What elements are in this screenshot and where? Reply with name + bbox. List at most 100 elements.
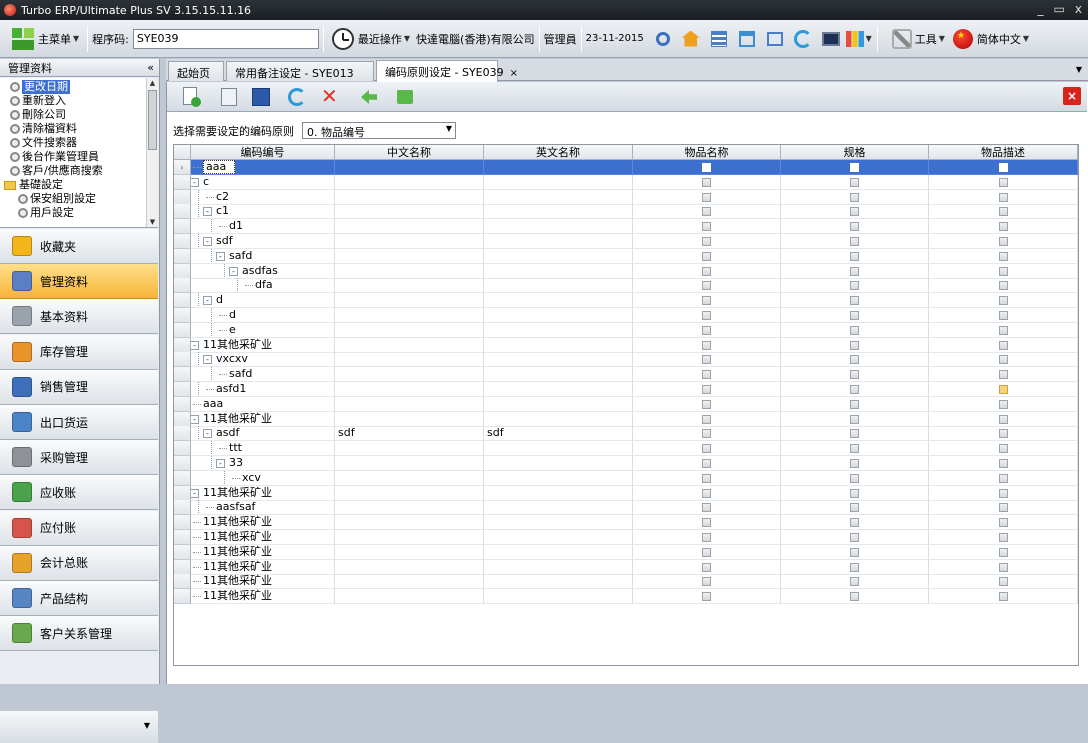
spec-checkbox[interactable]	[850, 207, 859, 217]
code-cell[interactable]: - asdfas	[191, 263, 335, 279]
table-row[interactable]: xcv	[174, 470, 1078, 486]
item-name-checkbox[interactable]	[702, 222, 711, 232]
english-name-cell[interactable]	[484, 367, 633, 383]
item-name-checkbox[interactable]	[702, 429, 711, 439]
spec-checkbox[interactable]	[850, 311, 859, 320]
item-desc-checkbox[interactable]	[998, 266, 1008, 276]
english-name-cell[interactable]	[484, 248, 633, 264]
nav-button[interactable]: 出口货运	[0, 405, 158, 440]
item-desc-checkbox[interactable]	[998, 488, 1008, 498]
refresh-grid-button[interactable]	[285, 85, 309, 109]
item-desc-checkbox[interactable]	[998, 533, 1008, 542]
monitor-button[interactable]	[818, 26, 844, 52]
tab-item[interactable]: 编码原则设定 - SYE039 ×	[376, 60, 518, 82]
row-header[interactable]	[174, 337, 191, 353]
english-name-cell[interactable]	[484, 470, 633, 486]
english-name-cell[interactable]	[484, 352, 633, 368]
spec-checkbox[interactable]	[850, 163, 859, 172]
english-name-cell[interactable]	[484, 382, 633, 397]
row-header[interactable]	[174, 322, 191, 338]
tree-item[interactable]: 文件搜索器	[10, 136, 77, 150]
table-row[interactable]: ttt	[174, 441, 1078, 457]
code-cell[interactable]: -11其他采矿业	[191, 411, 335, 427]
chinese-name-cell[interactable]	[335, 544, 484, 560]
column-header[interactable]: 规格	[781, 145, 929, 160]
table-row[interactable]: safd	[174, 367, 1078, 383]
english-name-cell[interactable]	[484, 500, 633, 516]
item-name-checkbox[interactable]	[702, 577, 711, 587]
table-row[interactable]: - safd	[174, 248, 1078, 264]
code-cell[interactable]: 11其他采矿业	[191, 530, 335, 545]
code-cell[interactable]: c2	[191, 189, 335, 205]
table-row[interactable]: asfd1	[174, 382, 1078, 397]
item-name-checkbox[interactable]	[702, 547, 711, 557]
table-row[interactable]: e	[174, 322, 1078, 338]
chinese-name-cell[interactable]	[335, 293, 484, 309]
code-cell[interactable]: 11其他采矿业	[191, 589, 335, 605]
english-name-cell[interactable]	[484, 559, 633, 575]
row-header[interactable]	[174, 263, 191, 279]
spec-checkbox[interactable]	[850, 385, 859, 394]
spec-checkbox[interactable]	[850, 266, 859, 276]
nav-button[interactable]: 基本资料	[0, 299, 158, 335]
row-header[interactable]	[174, 456, 191, 471]
code-cell[interactable]: - vxcxv	[191, 352, 335, 368]
row-header[interactable]	[174, 189, 191, 205]
chinese-name-cell[interactable]	[335, 515, 484, 531]
table-row[interactable]: d	[174, 308, 1078, 323]
tab-item[interactable]: 常用备注设定 - SYE013	[226, 61, 374, 81]
nav-button[interactable]: 会计总账	[0, 545, 158, 581]
english-name-cell[interactable]	[484, 544, 633, 560]
list-button[interactable]	[706, 26, 732, 52]
table-row[interactable]: -11其他采矿业	[174, 337, 1078, 353]
english-name-cell[interactable]	[484, 322, 633, 338]
english-name-cell[interactable]	[484, 308, 633, 323]
spec-checkbox[interactable]	[850, 222, 859, 232]
item-name-checkbox[interactable]	[702, 488, 711, 498]
row-header[interactable]	[174, 248, 191, 264]
chinese-name-cell[interactable]	[335, 337, 484, 353]
spec-checkbox[interactable]	[850, 340, 859, 350]
home-button[interactable]	[678, 26, 704, 52]
code-cell[interactable]: -11其他采矿业	[191, 337, 335, 353]
item-name-checkbox[interactable]	[702, 192, 711, 202]
item-desc-checkbox[interactable]	[998, 296, 1008, 306]
code-cell[interactable]: 11其他采矿业	[191, 559, 335, 575]
item-name-checkbox[interactable]	[702, 163, 711, 172]
item-desc-checkbox[interactable]	[998, 222, 1008, 232]
copy-record-button[interactable]	[217, 85, 241, 109]
structure-button[interactable]	[734, 26, 760, 52]
english-name-cell[interactable]	[484, 530, 633, 545]
main-menu-button[interactable]: 主菜单 ▼	[8, 26, 83, 52]
tree-item[interactable]: 刪除公司	[10, 108, 66, 122]
tree-scrollbar[interactable]: ▲ ▼	[146, 78, 158, 227]
item-desc-checkbox[interactable]	[998, 459, 1008, 468]
code-cell[interactable]: aaa	[191, 396, 335, 412]
table-row[interactable]: › aaa	[174, 160, 1078, 175]
spec-checkbox[interactable]	[850, 473, 859, 483]
item-desc-checkbox[interactable]	[998, 340, 1008, 350]
item-desc-checkbox[interactable]	[998, 163, 1008, 172]
row-header[interactable]	[174, 352, 191, 368]
english-name-cell[interactable]	[484, 396, 633, 412]
row-header[interactable]	[174, 219, 191, 235]
row-header[interactable]	[174, 544, 191, 560]
item-desc-checkbox[interactable]	[998, 325, 1008, 335]
item-desc-checkbox[interactable]	[998, 562, 1008, 572]
item-name-checkbox[interactable]	[702, 370, 711, 380]
english-name-cell[interactable]	[484, 160, 633, 175]
tools-menu-button[interactable]: 工具 ▼	[888, 26, 949, 52]
english-name-cell[interactable]	[484, 234, 633, 249]
collapse-icon[interactable]: -	[203, 237, 212, 246]
item-desc-checkbox[interactable]	[998, 547, 1008, 557]
spec-checkbox[interactable]	[850, 177, 859, 187]
english-name-cell[interactable]	[484, 574, 633, 590]
code-cell[interactable]: - c1	[191, 204, 335, 220]
item-desc-checkbox[interactable]	[998, 311, 1008, 320]
spec-checkbox[interactable]	[850, 488, 859, 498]
chinese-name-cell[interactable]	[335, 189, 484, 205]
collapse-icon[interactable]: -	[191, 488, 199, 498]
chinese-name-cell[interactable]	[335, 367, 484, 383]
spec-checkbox[interactable]	[850, 414, 859, 424]
column-header[interactable]: 编码编号	[191, 145, 335, 160]
